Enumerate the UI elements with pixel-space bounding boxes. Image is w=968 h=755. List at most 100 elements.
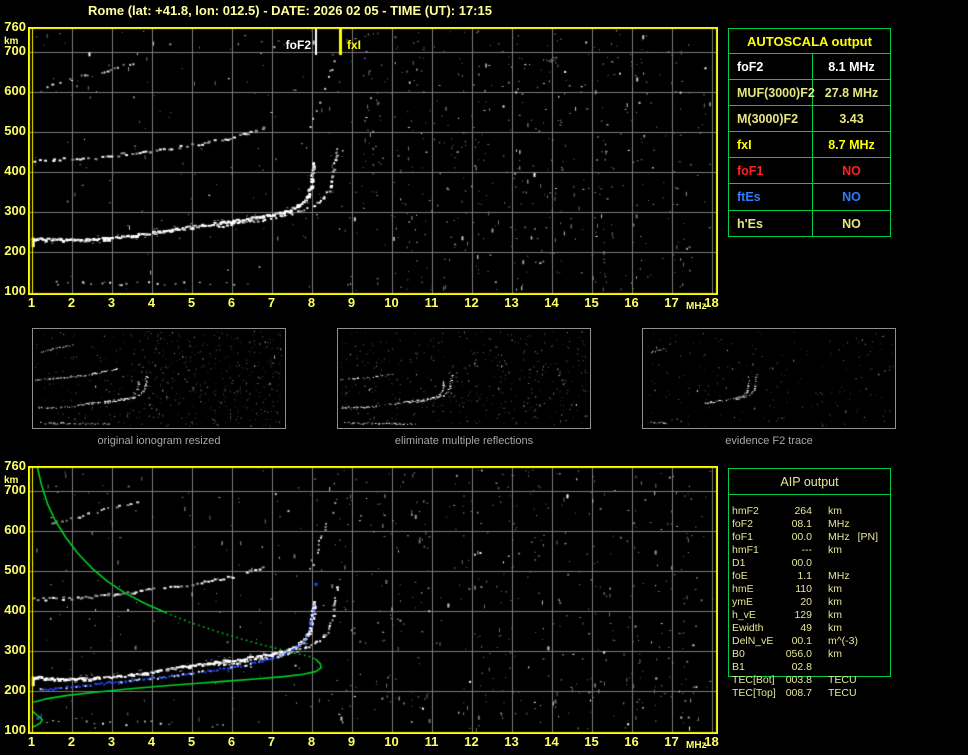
- aip-row: Ewidth49km: [728, 622, 891, 635]
- autoscala-row: MUF(3000)F227.8 MHz: [729, 80, 890, 106]
- bottom-plot-x-tick-label: 14: [540, 735, 564, 749]
- bottom-plot-x-tick-label: 10: [380, 735, 404, 749]
- root: Rome (lat: +41.8, lon: 012.5) - DATE: 20…: [0, 0, 968, 755]
- top-plot-y-tick-label: 200: [0, 244, 26, 258]
- aip-row-label: Ewidth: [728, 622, 780, 635]
- thumbnail-caption-eliminate: eliminate multiple reflections: [337, 435, 591, 447]
- bottom-plot-x-tick-label: 2: [60, 735, 84, 749]
- aip-row-value: 20: [780, 596, 812, 609]
- thumb-canvas-1: [338, 329, 590, 428]
- thumbnail-original-ionogram: [32, 328, 286, 429]
- bottom-plot-x-tick-label: 12: [460, 735, 484, 749]
- top-plot-x-tick-label: 4: [140, 296, 164, 310]
- autoscala-row-value: 8.1 MHz: [813, 54, 890, 79]
- top-ionogram-canvas: [28, 27, 718, 295]
- aip-row-label: TEC[Bot]: [728, 674, 780, 687]
- bottom-plot-x-tick-label: 5: [180, 735, 204, 749]
- bottom-plot-y-tick-label: 600: [0, 523, 26, 537]
- autoscala-row: foF28.1 MHz: [729, 54, 890, 80]
- aip-row: hmF2264km: [728, 505, 891, 518]
- aip-row-label: ymE: [728, 596, 780, 609]
- top-plot-y-tick-label: 500: [0, 124, 26, 138]
- fxi-marker-label: fxI: [347, 38, 361, 52]
- top-plot-x-tick-label: 13: [500, 296, 524, 310]
- aip-row: foF100.0 MHz [PN]: [728, 531, 891, 544]
- bottom-plot-y-tick-label: 100: [0, 723, 26, 737]
- top-plot-x-tick-label: 7: [260, 296, 284, 310]
- aip-row-value: 129: [780, 609, 812, 622]
- aip-row-unit: km: [828, 609, 842, 622]
- aip-row-label: B0: [728, 648, 780, 661]
- aip-row: foE1.1MHz: [728, 570, 891, 583]
- aip-row-label: TEC[Top]: [728, 687, 780, 700]
- aip-row-value: 00.1: [780, 635, 812, 648]
- bottom-plot-x-tick-label: 11: [420, 735, 444, 749]
- bottom-plot-x-tick-label: 3: [100, 735, 124, 749]
- bottom-plot-y-tick-label: 760: [0, 459, 26, 473]
- aip-row-value: 00.0: [780, 531, 812, 544]
- aip-row-unit: km: [828, 596, 842, 609]
- aip-row: hmE110km: [728, 583, 891, 596]
- aip-row-extra: [PN]: [858, 531, 878, 544]
- bottom-plot-y-tick-label: 300: [0, 643, 26, 657]
- aip-row: h_vE129km: [728, 609, 891, 622]
- aip-row-value: 008.7: [780, 687, 812, 700]
- aip-row-unit: MHz: [828, 531, 850, 544]
- bottom-plot-x-tick-label: 17: [660, 735, 684, 749]
- top-plot-x-tick-label: 18: [700, 296, 724, 310]
- bottom-plot-y-tick-label: 200: [0, 683, 26, 697]
- bottom-plot-y-tick-label: 400: [0, 603, 26, 617]
- bottom-plot-x-tick-label: 7: [260, 735, 284, 749]
- autoscala-table-header: AUTOSCALA output: [729, 29, 890, 54]
- fof2-marker-label: foF2: [286, 38, 311, 52]
- bottom-ionogram-canvas: [28, 466, 718, 734]
- top-plot-y-tick-label: 100: [0, 284, 26, 298]
- bottom-plot-x-tick-label: 16: [620, 735, 644, 749]
- autoscala-row: fxI8.7 MHz: [729, 132, 890, 158]
- aip-table-header: AIP output: [729, 469, 890, 495]
- thumb-canvas-0: [33, 329, 285, 428]
- aip-row: B0056.0km: [728, 648, 891, 661]
- aip-row-unit: km: [828, 583, 842, 596]
- aip-row-label: foE: [728, 570, 780, 583]
- aip-row: hmF1---km: [728, 544, 891, 557]
- top-plot-y-tick-label: 760: [0, 20, 26, 34]
- top-plot-y-tick-label: 600: [0, 84, 26, 98]
- bottom-plot-x-tick-label: 18: [700, 735, 724, 749]
- top-plot-x-tick-label: 5: [180, 296, 204, 310]
- autoscala-row: M(3000)F23.43: [729, 106, 890, 132]
- aip-row: DelN_vE00.1 m^(-3): [728, 635, 891, 648]
- aip-row-label: DelN_vE: [728, 635, 780, 648]
- top-plot-x-tick-label: 14: [540, 296, 564, 310]
- bottom-plot-x-tick-label: 6: [220, 735, 244, 749]
- autoscala-row-value: 27.8 MHz: [813, 80, 890, 105]
- aip-row: B102.8: [728, 661, 891, 674]
- autoscala-row-value: 3.43: [813, 106, 890, 131]
- top-plot-x-tick-label: 2: [60, 296, 84, 310]
- aip-row-value: 110: [780, 583, 812, 596]
- aip-row-unit: km: [828, 622, 842, 635]
- top-plot-x-tick-label: 8: [300, 296, 324, 310]
- top-plot-x-tick-label: 6: [220, 296, 244, 310]
- aip-row-unit: m^(-3): [828, 635, 858, 648]
- autoscala-row-label: ftEs: [729, 184, 813, 209]
- autoscala-row-label: foF1: [729, 158, 813, 183]
- aip-row-value: 08.1: [780, 518, 812, 531]
- top-plot-x-tick-label: 16: [620, 296, 644, 310]
- bottom-plot-x-tick-label: 13: [500, 735, 524, 749]
- aip-row-value: 1.1: [780, 570, 812, 583]
- aip-table-rows: hmF2264kmfoF208.1MHzfoF100.0MHz[PN]hmF1-…: [728, 505, 891, 700]
- top-plot-y-tick-label: 300: [0, 204, 26, 218]
- autoscala-table: AUTOSCALA output foF28.1 MHzMUF(3000)F22…: [728, 28, 891, 237]
- top-plot-x-tick-label: 11: [420, 296, 444, 310]
- thumbnail-eliminate-reflections: [337, 328, 591, 429]
- aip-row-label: hmF2: [728, 505, 780, 518]
- aip-row-value: 02.8: [780, 661, 812, 674]
- aip-row-label: foF1: [728, 531, 780, 544]
- bottom-plot-x-tick-label: 8: [300, 735, 324, 749]
- aip-row-unit: TECU: [828, 674, 857, 687]
- top-plot-x-tick-label: 12: [460, 296, 484, 310]
- bottom-plot-x-tick-label: 15: [580, 735, 604, 749]
- autoscala-row-label: MUF(3000)F2: [729, 80, 813, 105]
- top-plot-x-tick-label: 10: [380, 296, 404, 310]
